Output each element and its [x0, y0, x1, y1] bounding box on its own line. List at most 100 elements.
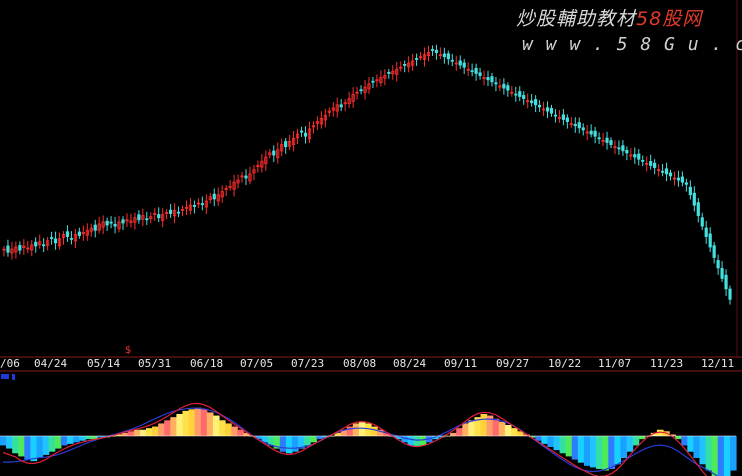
macd-bar	[279, 436, 287, 452]
watermark-text: 炒股輔助教材	[516, 8, 637, 30]
x-tick-label: 08/08	[343, 357, 377, 370]
watermark-url: w w w . 5 8 G u . c o m	[522, 34, 742, 55]
indicator-legend-blue	[1, 374, 9, 379]
watermark-brand: 58股网	[636, 8, 703, 30]
macd-bar	[285, 436, 293, 454]
candle-body	[530, 100, 534, 104]
candle-body	[660, 170, 665, 173]
candle-body	[581, 127, 585, 131]
candle-body	[53, 238, 58, 244]
candle-body	[537, 104, 542, 108]
macd-bar	[346, 426, 354, 436]
candle-body	[244, 175, 248, 179]
macd-bar	[79, 436, 86, 441]
candle-body	[137, 214, 141, 221]
chart-window: $ 炒股輔助教材58股网 w w w . 5 8 G u . c o m /06…	[0, 0, 742, 476]
macd-bar	[127, 431, 135, 436]
candle-body	[470, 70, 474, 73]
candle-body	[641, 159, 645, 162]
candle-body	[200, 203, 204, 206]
candle-body	[474, 67, 478, 74]
candle-body	[605, 137, 609, 143]
candle-body	[534, 99, 538, 106]
macd-bar	[194, 407, 202, 436]
macd-bar	[699, 436, 707, 465]
candle-body	[609, 140, 613, 145]
candle-body	[633, 154, 637, 158]
macd-bar	[693, 436, 701, 458]
candle-body	[696, 202, 700, 217]
macd-bar	[638, 436, 646, 440]
candle-body	[502, 83, 506, 89]
candle-body	[42, 244, 46, 247]
candle-body	[506, 85, 510, 91]
x-tick-label: 11/07	[598, 357, 632, 370]
macd-bar	[626, 436, 634, 452]
candle-body	[192, 205, 197, 207]
macd-bar	[72, 436, 80, 443]
candle-body	[545, 107, 550, 112]
x-tick-label: 05/14	[87, 357, 121, 370]
macd-bar	[231, 426, 238, 436]
candle-body	[597, 137, 601, 140]
macd-bar	[547, 436, 555, 447]
macd-bar	[687, 436, 695, 452]
candle-body	[462, 62, 466, 68]
candle-body	[549, 108, 554, 114]
candle-body	[299, 130, 304, 133]
macd-bar	[450, 432, 457, 436]
candle-body	[700, 217, 704, 227]
candle-body	[621, 145, 625, 152]
macd-bar	[170, 417, 177, 436]
macd-bar	[54, 436, 62, 449]
macd-bar	[36, 436, 44, 458]
macd-bar	[590, 436, 597, 468]
macd-bar	[729, 436, 737, 471]
candle-body	[680, 176, 685, 183]
macd-bar	[675, 436, 682, 440]
macd-bar	[413, 436, 421, 447]
x-tick-label: 08/24	[393, 357, 427, 370]
macd-bar	[164, 420, 171, 436]
macd-bar	[133, 429, 141, 436]
x-tick-label: 11/23	[650, 357, 684, 370]
candle-body	[212, 193, 216, 200]
candle-body	[18, 245, 22, 251]
macd-bar	[559, 436, 567, 454]
macd-bar	[480, 414, 488, 436]
candle-body	[684, 182, 688, 185]
macd-bar	[66, 436, 74, 444]
macd-bar	[614, 436, 622, 465]
macd-bar	[492, 418, 500, 436]
candle-body	[617, 147, 621, 150]
candle-body	[522, 94, 526, 99]
macd-bar	[182, 410, 190, 436]
macd-bar	[705, 436, 713, 471]
macd-bar	[145, 428, 153, 436]
candle-body	[371, 80, 375, 83]
candle-body	[430, 49, 435, 51]
macd-bar	[407, 436, 415, 446]
macd-bar	[18, 436, 25, 457]
candle-body	[49, 237, 54, 240]
candle-body	[490, 76, 494, 83]
macd-bar	[212, 415, 220, 436]
candle-body	[668, 172, 673, 177]
candle-body	[65, 231, 70, 237]
candle-body	[676, 177, 681, 181]
macd-bar	[583, 436, 591, 466]
candle-body	[77, 231, 81, 236]
chart-canvas: $	[0, 0, 742, 476]
candle-body	[121, 219, 125, 224]
macd-bar	[553, 436, 561, 451]
candle-body	[649, 161, 653, 166]
macd-bar	[237, 429, 244, 436]
macd-bar	[6, 436, 13, 449]
macd-bar	[310, 436, 317, 443]
macd-bar	[206, 412, 214, 436]
candle-body	[145, 218, 149, 221]
macd-bar	[632, 436, 640, 446]
candle-body	[573, 123, 577, 127]
candle-body	[565, 117, 569, 122]
candle-body	[724, 274, 728, 290]
